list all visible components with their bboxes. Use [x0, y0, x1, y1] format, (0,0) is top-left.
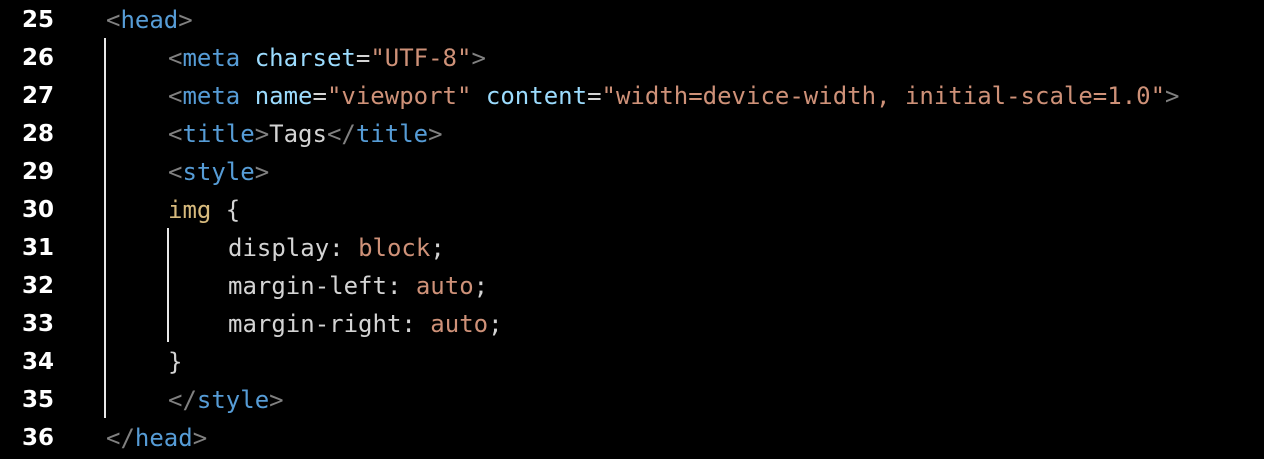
token-attr: charset [254, 44, 356, 72]
token-punct: > [254, 158, 270, 186]
code-line[interactable]: 34} [0, 343, 1264, 381]
code-line[interactable]: 26 <meta charset="UTF-8"> [0, 39, 1264, 77]
code-line[interactable]: 35 </style> [0, 381, 1264, 419]
code-line[interactable]: 30 img { [0, 191, 1264, 229]
line-number: 26 [22, 45, 55, 71]
code-line[interactable]: 28 <title>Tags</title> [0, 115, 1264, 153]
token-punct: < [106, 6, 121, 34]
token-txt: = [355, 44, 371, 72]
token-punct: < [168, 44, 183, 72]
token-tag: title [182, 120, 255, 148]
token-punct: < [168, 120, 183, 148]
code-text: img { [168, 191, 240, 229]
code-line[interactable]: 27 <meta name="viewport" content="width=d… [0, 77, 1264, 115]
token-prop: margin-left [228, 272, 387, 300]
token-txt: } [168, 348, 183, 376]
code-line[interactable]: 36 </head> [0, 419, 1264, 457]
token-punct: > [192, 424, 208, 452]
code-text: margin-left: auto; [228, 267, 488, 305]
code-line[interactable]: 31 display: block; [0, 229, 1264, 267]
token-punct: < [168, 82, 183, 110]
code-editor[interactable]: 25 <head> 26 <meta charset="UTF-8"> 27 <meta … [0, 0, 1264, 459]
line-number: 33 [22, 311, 55, 337]
token-str: "viewport" [326, 82, 472, 110]
code-line[interactable]: 32 margin-left: auto; [0, 267, 1264, 305]
code-text: </style> [168, 381, 284, 419]
token-val: auto [430, 310, 489, 338]
token-attr: name [254, 82, 313, 110]
token-txt: { [211, 196, 241, 224]
line-number: 29 [22, 159, 55, 185]
token-punct: > [178, 6, 193, 34]
token-punct: </ [326, 120, 356, 148]
token-tag: meta [182, 44, 241, 72]
token-punct: </ [106, 424, 135, 452]
code-text: <meta charset="UTF-8"> [168, 39, 486, 77]
token-punct: > [269, 386, 284, 414]
token-punct: > [1165, 82, 1180, 110]
token-str: "width=device-width, initial-scale=1.0" [601, 82, 1166, 110]
line-number: 30 [22, 197, 55, 223]
code-text: <title>Tags</title> [168, 115, 443, 153]
token-punct: </ [168, 386, 197, 414]
code-text: <meta name="viewport" content="width=dev… [168, 77, 1180, 115]
line-number: 35 [22, 387, 55, 413]
token-attr: content [485, 82, 588, 110]
code-text: </head> [106, 419, 207, 457]
token-txt: Tags [269, 120, 327, 148]
code-text: margin-right: auto; [228, 305, 503, 343]
token-prop: margin-right [228, 310, 402, 338]
token-txt: : [386, 272, 416, 300]
line-number: 36 [22, 425, 55, 451]
token-punct: > [471, 44, 486, 72]
code-line[interactable]: 29 <style> [0, 153, 1264, 191]
token-tag: style [196, 386, 270, 414]
token-txt: : [401, 310, 431, 338]
code-line[interactable]: 25 <head> [0, 1, 1264, 39]
code-text: display: block; [228, 229, 445, 267]
token-prop: display [228, 234, 330, 262]
line-number: 34 [22, 349, 55, 375]
token-txt: ; [473, 272, 489, 300]
token-sel: img [168, 196, 212, 224]
code-text: } [168, 343, 182, 381]
code-line[interactable]: 33 margin-right: auto; [0, 305, 1264, 343]
token-punct: > [428, 120, 443, 148]
token-txt: ; [430, 234, 445, 262]
line-number: 27 [22, 83, 55, 109]
token-txt: ; [488, 310, 503, 338]
token-txt: : [329, 234, 359, 262]
code-text: <head> [106, 1, 193, 39]
token-val: auto [415, 272, 474, 300]
token-punct: > [254, 120, 270, 148]
token-str: "UTF-8" [370, 44, 472, 72]
token-txt: = [312, 82, 327, 110]
code-text: <style> [168, 153, 269, 191]
token-tag: head [120, 6, 179, 34]
token-txt: = [587, 82, 602, 110]
token-val: block [358, 234, 431, 262]
line-number: 32 [22, 273, 55, 299]
token-tag: meta [182, 82, 241, 110]
token-tag: head [134, 424, 193, 452]
token-tag: style [182, 158, 255, 186]
token-punct: < [168, 158, 183, 186]
token-tag: title [355, 120, 429, 148]
line-number: 31 [22, 235, 55, 261]
line-number: 28 [22, 121, 55, 147]
line-number: 25 [22, 7, 55, 33]
